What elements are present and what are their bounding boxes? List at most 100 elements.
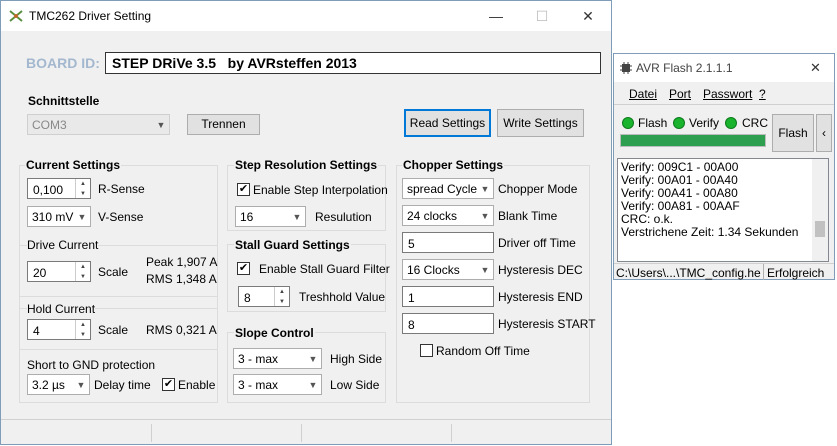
blank-time-value: 24 clocks <box>407 209 458 223</box>
short-enable-label: Enable <box>178 378 216 392</box>
vsense-select[interactable]: 310 mV ▼ <box>27 206 91 227</box>
flash-progress-fill <box>621 135 765 146</box>
high-side-select[interactable]: 3 - max ▼ <box>233 348 322 369</box>
board-id-value: STEP DRiVe 3.5 by AVRsteffen 2013 <box>112 55 357 71</box>
delay-time-value: 3.2 µs <box>32 378 65 392</box>
chopper-mode-value: spread Cycle <box>407 182 478 196</box>
resolution-value: 16 <box>240 210 254 224</box>
hysteresis-dec-select[interactable]: 16 Clocks ▼ <box>402 259 494 280</box>
menu-item-passwort[interactable]: Passwort <box>703 87 752 101</box>
blank-time-label: Blank Time <box>498 209 558 223</box>
high-side-label: High Side <box>330 352 383 366</box>
chevron-down-icon: ▼ <box>480 211 490 221</box>
high-side-value: 3 - max <box>238 352 279 366</box>
menu-bar: Datei Port Passwort ? <box>614 82 834 105</box>
menu-item-datei[interactable]: Datei <box>629 87 657 101</box>
stepper-arrows-icon[interactable]: ▲ ▼ <box>75 179 90 198</box>
log-scrollbar[interactable] <box>812 159 828 261</box>
hysteresis-dec-value: 16 Clocks <box>407 263 460 277</box>
verify-led-icon <box>673 117 685 129</box>
random-off-time-checkbox[interactable] <box>420 344 433 357</box>
port-value: COM3 <box>32 118 67 132</box>
chip-icon <box>620 62 632 74</box>
close-button[interactable]: ✕ <box>810 60 821 76</box>
step-interpolation-checkbox[interactable]: ✔ <box>237 183 250 196</box>
tmc-window: TMC262 Driver Setting — ☐ ✕ BOARD ID: ST… <box>0 0 612 445</box>
port-select[interactable]: COM3 ▼ <box>27 114 170 135</box>
menu-item-port[interactable]: Port <box>669 87 691 101</box>
rsense-stepper[interactable]: 0,100 ▲ ▼ <box>27 178 91 199</box>
drive-scale-stepper[interactable]: 20 ▲ ▼ <box>27 261 91 282</box>
status-result: Erfolgreich <box>767 266 825 280</box>
low-side-select[interactable]: 3 - max ▼ <box>233 374 322 395</box>
step-resolution-title: Step Resolution Settings <box>234 158 379 172</box>
threshold-label: Treshhold Value <box>299 290 386 304</box>
threshold-stepper[interactable]: 8 ▲ ▼ <box>238 286 290 307</box>
status-divider <box>763 264 764 280</box>
flash-button[interactable]: Flash <box>772 114 814 152</box>
write-settings-button[interactable]: Write Settings <box>497 109 584 137</box>
slope-control-title: Slope Control <box>234 326 315 340</box>
chevron-down-icon: ▼ <box>292 212 302 222</box>
resolution-select[interactable]: 16 ▼ <box>235 206 306 227</box>
read-settings-button[interactable]: Read Settings <box>404 109 491 137</box>
low-side-value: 3 - max <box>238 378 279 392</box>
driver-off-time-field[interactable]: 5 <box>402 232 494 253</box>
status-divider <box>451 424 452 442</box>
short-gnd-label: Short to GND protection <box>27 358 156 372</box>
hysteresis-end-field[interactable]: 1 <box>402 286 494 307</box>
stepper-arrows-icon[interactable]: ▲ ▼ <box>274 287 289 306</box>
delay-time-select[interactable]: 3.2 µs ▼ <box>27 374 90 395</box>
crc-led-icon <box>725 117 737 129</box>
rsense-label: R-Sense <box>98 182 145 196</box>
scroll-thumb[interactable] <box>815 221 825 237</box>
interface-group-title: Schnittstelle <box>27 94 101 108</box>
status-path: C:\Users\...\TMC_config.he <box>616 266 761 280</box>
crc-led-label: CRC <box>742 116 768 130</box>
avr-flash-window: AVR Flash 2.1.1.1 ✕ Datei Port Passwort … <box>613 53 835 280</box>
avr-titlebar[interactable]: AVR Flash 2.1.1.1 ✕ <box>614 54 834 82</box>
drive-rms-text: RMS 1,348 A <box>146 272 217 286</box>
panel-collapse-button[interactable]: ‹ <box>816 114 832 152</box>
log-lines: Verify: 009C1 - 00A00 Verify: 00A01 - 00A… <box>621 161 810 239</box>
step-interpolation-label: Enable Step Interpolation <box>253 183 388 197</box>
hold-scale-stepper[interactable]: 4 ▲ ▼ <box>27 319 91 340</box>
menu-item-help[interactable]: ? <box>759 87 766 101</box>
driver-off-time-label: Driver off Time <box>498 236 576 250</box>
stepper-arrows-icon[interactable]: ▲ ▼ <box>75 320 90 339</box>
hysteresis-end-label: Hysteresis END <box>498 290 583 304</box>
chevron-down-icon: ▼ <box>308 380 318 390</box>
tmc-status-bar <box>1 419 611 446</box>
chopper-settings-title: Chopper Settings <box>402 158 505 172</box>
rsense-value: 0,100 <box>33 183 64 197</box>
chevron-down-icon: ▼ <box>77 212 87 222</box>
chevron-down-icon: ▼ <box>76 380 86 390</box>
delay-time-label: Delay time <box>94 378 151 392</box>
stepper-arrows-icon[interactable]: ▲ ▼ <box>75 262 90 281</box>
hysteresis-start-value: 8 <box>408 318 415 332</box>
flash-led-label: Flash <box>638 116 668 130</box>
window-title: TMC262 Driver Setting <box>29 9 152 23</box>
vsense-value: 310 mV <box>32 210 74 224</box>
vsense-label: V-Sense <box>98 210 144 224</box>
stall-guard-filter-checkbox[interactable]: ✔ <box>237 262 250 275</box>
minimize-button[interactable]: — <box>473 1 519 31</box>
driver-off-time-value: 5 <box>408 237 415 251</box>
stall-guard-filter-label: Enable Stall Guard Filter <box>259 262 390 276</box>
avr-window-title: AVR Flash 2.1.1.1 <box>636 61 733 75</box>
short-enable-checkbox[interactable]: ✔ <box>162 378 175 391</box>
disconnect-button[interactable]: Trennen <box>187 114 260 135</box>
chevron-down-icon: ▼ <box>480 265 490 275</box>
blank-time-select[interactable]: 24 clocks ▼ <box>402 205 494 226</box>
tmc-titlebar[interactable]: TMC262 Driver Setting — ☐ ✕ <box>1 1 611 31</box>
chopper-mode-label: Chopper Mode <box>498 182 578 196</box>
flash-progress-bar <box>620 134 766 147</box>
chevron-down-icon: ▼ <box>480 184 490 194</box>
maximize-button[interactable]: ☐ <box>519 1 565 31</box>
close-button[interactable]: ✕ <box>565 1 611 31</box>
chopper-mode-select[interactable]: spread Cycle ▼ <box>402 178 494 199</box>
hysteresis-start-field[interactable]: 8 <box>402 313 494 334</box>
drive-scale-value: 20 <box>33 266 47 280</box>
threshold-value: 8 <box>244 291 251 305</box>
log-box[interactable]: Verify: 009C1 - 00A00 Verify: 00A01 - 00A… <box>617 158 829 262</box>
